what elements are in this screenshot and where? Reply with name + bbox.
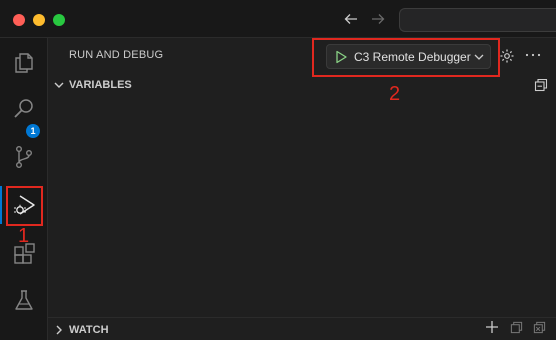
active-indicator — [0, 186, 2, 224]
command-center-search[interactable] — [399, 8, 556, 32]
variables-section-label: VARIABLES — [69, 79, 132, 91]
activity-search[interactable] — [0, 86, 48, 132]
annotation-box-2 — [312, 38, 500, 77]
watch-section-header[interactable]: WATCH — [48, 317, 556, 339]
watch-section-label: WATCH — [69, 324, 109, 336]
collapse-all-icon[interactable] — [510, 321, 523, 334]
title-bar — [0, 0, 556, 38]
panel-title: RUN AND DEBUG — [69, 49, 164, 61]
collapse-all-icon[interactable] — [534, 78, 548, 92]
close-window-button[interactable] — [13, 14, 25, 26]
minimize-window-button[interactable] — [33, 14, 45, 26]
activity-testing[interactable] — [0, 278, 48, 324]
files-icon — [15, 53, 33, 73]
testing-icon — [15, 290, 33, 310]
search-icon — [14, 99, 33, 118]
chevron-down-icon — [54, 82, 64, 88]
zoom-window-button[interactable] — [53, 14, 65, 26]
activity-explorer[interactable] — [0, 40, 48, 86]
source-control-icon — [15, 146, 32, 169]
annotation-label-1: 1 — [18, 225, 30, 247]
gear-icon[interactable] — [498, 47, 516, 65]
annotation-box-1 — [6, 186, 43, 226]
annotation-label-2: 2 — [389, 83, 401, 105]
more-actions-icon[interactable] — [524, 46, 542, 64]
add-expression-icon[interactable] — [485, 320, 499, 334]
remove-all-icon[interactable] — [533, 321, 546, 334]
arrow-right-icon[interactable] — [369, 10, 387, 28]
source-control-badge: 1 — [26, 124, 40, 138]
chevron-right-icon — [56, 325, 62, 335]
variables-section-header[interactable]: VARIABLES — [48, 74, 556, 96]
activity-source-control[interactable] — [0, 134, 48, 180]
arrow-left-icon[interactable] — [342, 10, 360, 28]
